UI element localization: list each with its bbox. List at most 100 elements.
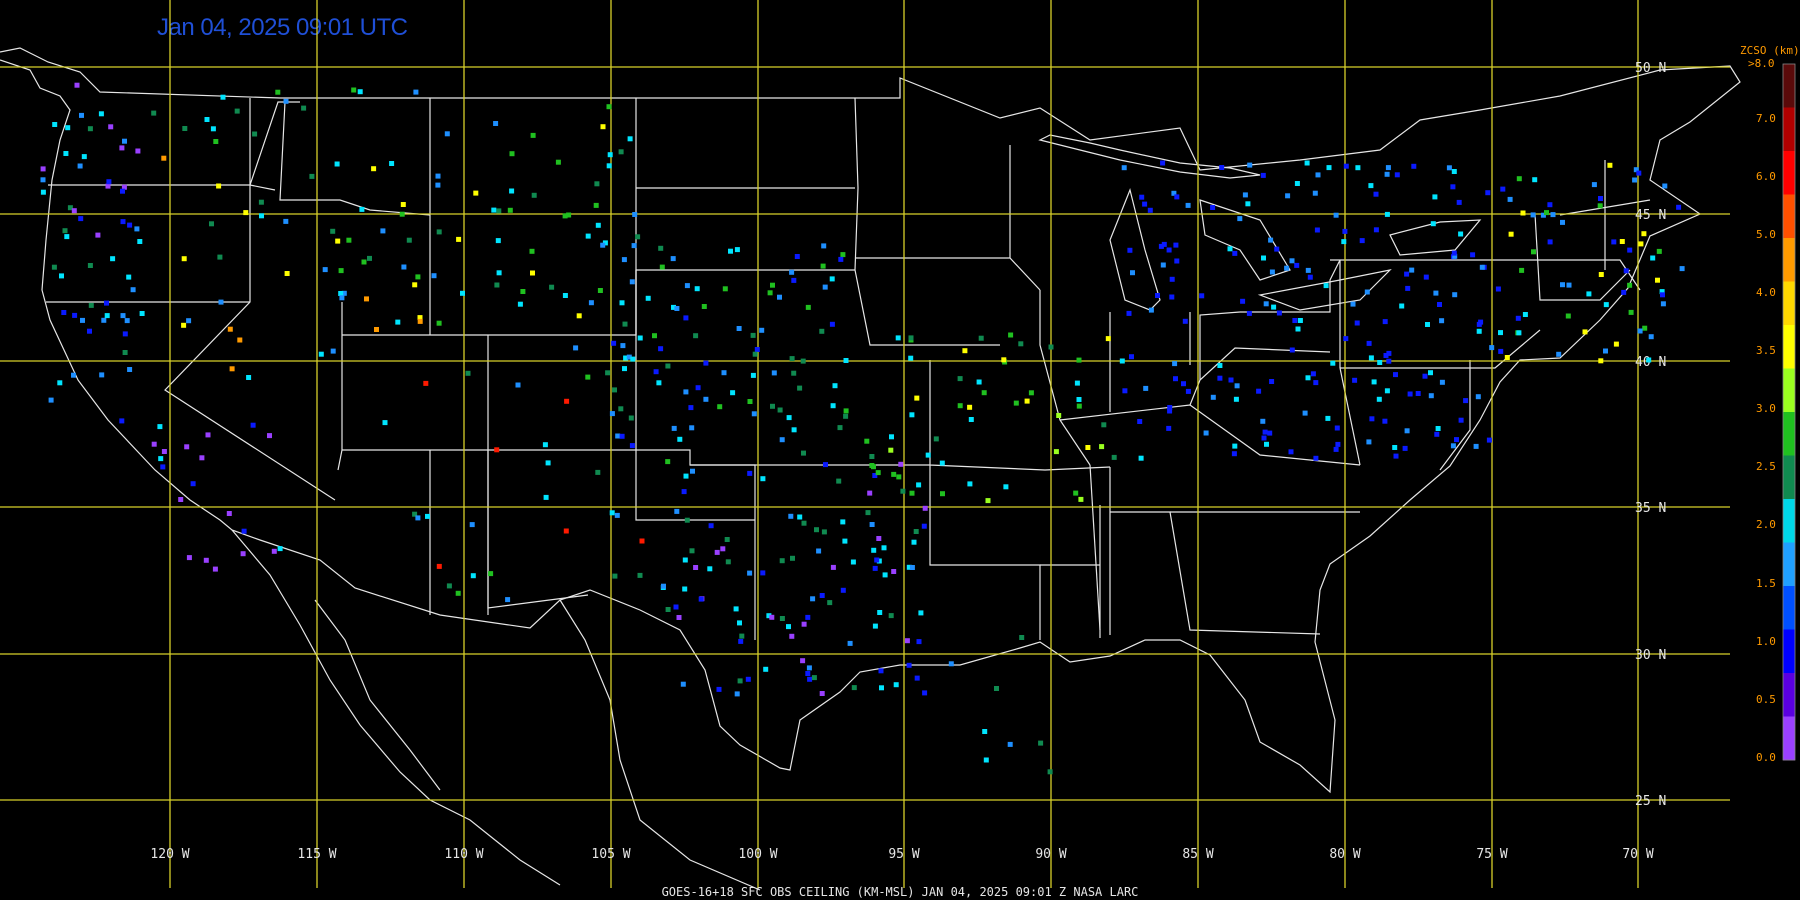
station-marker: [717, 404, 723, 410]
colorbar-swatch: [1783, 455, 1795, 500]
station-marker: [1019, 635, 1025, 640]
station-marker: [836, 478, 842, 484]
station-marker: [763, 666, 769, 672]
station-marker: [670, 256, 676, 262]
station-marker: [1532, 177, 1538, 183]
station-marker: [609, 411, 615, 417]
station-marker: [1355, 165, 1361, 171]
station-marker: [1053, 449, 1059, 455]
station-marker: [1638, 241, 1644, 247]
station-marker: [1650, 255, 1656, 261]
station-marker: [338, 291, 344, 296]
station-marker: [1285, 193, 1291, 199]
station-marker: [688, 405, 694, 411]
latitude-label: 50 N: [1635, 61, 1666, 76]
station-marker: [1122, 388, 1128, 394]
station-marker: [779, 616, 785, 621]
station-marker: [968, 417, 974, 422]
station-marker: [747, 399, 753, 404]
station-marker: [301, 105, 307, 111]
station-marker: [628, 415, 634, 421]
station-marker: [739, 633, 745, 639]
station-marker: [745, 676, 751, 682]
station-marker: [1394, 172, 1400, 178]
station-marker: [810, 596, 816, 602]
longitude-label: 80 W: [1329, 847, 1360, 862]
station-marker: [186, 318, 192, 324]
station-marker: [752, 351, 758, 357]
station-marker: [1147, 207, 1153, 213]
station-marker: [57, 380, 63, 386]
station-marker: [908, 335, 914, 341]
station-marker: [1294, 262, 1300, 268]
station-marker: [695, 385, 701, 391]
colorbar-swatch: [1783, 151, 1795, 195]
station-marker: [213, 139, 219, 144]
station-marker: [1048, 344, 1054, 350]
station-marker: [1547, 202, 1553, 208]
station-marker: [81, 154, 87, 160]
station-marker: [800, 658, 806, 664]
colorbar-tick-label: 3.0: [1756, 402, 1776, 415]
station-marker: [1641, 231, 1647, 237]
station-marker: [770, 282, 775, 288]
station-marker: [821, 243, 827, 249]
station-marker: [722, 286, 728, 292]
station-marker: [161, 449, 167, 454]
station-marker: [819, 593, 825, 598]
station-marker: [573, 345, 579, 351]
station-marker: [1313, 455, 1319, 461]
station-marker: [1522, 312, 1528, 317]
station-marker: [1007, 741, 1013, 747]
station-marker: [876, 536, 882, 541]
station-marker: [1271, 304, 1277, 310]
station-marker: [779, 437, 785, 443]
station-marker: [1038, 740, 1044, 746]
station-observations: [40, 82, 1685, 775]
station-marker: [1302, 410, 1308, 416]
station-marker: [1384, 388, 1390, 394]
station-marker: [401, 264, 407, 270]
colorbar-tick-label: 1.0: [1756, 635, 1776, 648]
station-marker: [1274, 246, 1280, 252]
station-marker: [1376, 396, 1382, 402]
station-marker: [493, 121, 499, 126]
station-marker: [1155, 293, 1160, 298]
station-marker: [1458, 417, 1464, 423]
station-marker: [62, 228, 68, 234]
station-marker: [1611, 239, 1617, 245]
station-marker: [1656, 248, 1662, 254]
station-marker: [658, 346, 664, 352]
station-marker: [122, 350, 128, 355]
station-marker: [1121, 165, 1127, 171]
station-marker: [374, 327, 379, 332]
station-marker: [630, 356, 636, 362]
station-marker: [226, 511, 232, 516]
station-marker: [645, 295, 651, 301]
station-marker: [754, 347, 760, 352]
station-marker: [382, 420, 388, 426]
station-marker: [1304, 160, 1310, 166]
station-marker: [507, 207, 513, 213]
station-marker: [639, 538, 645, 544]
station-marker: [436, 563, 442, 569]
station-marker: [1305, 375, 1311, 381]
station-marker: [79, 112, 84, 118]
station-marker: [1433, 290, 1439, 296]
colorbar-swatch: [1783, 281, 1795, 326]
station-marker: [1008, 332, 1014, 338]
station-marker: [1451, 250, 1457, 256]
station-marker: [98, 111, 104, 117]
colorbar-tick-label: 6.0: [1756, 170, 1776, 183]
station-marker: [1310, 371, 1316, 377]
station-marker: [708, 523, 714, 529]
station-marker: [455, 590, 461, 596]
station-marker: [1384, 171, 1390, 177]
station-marker: [1074, 380, 1080, 386]
station-marker: [1515, 315, 1521, 321]
station-marker: [1101, 422, 1107, 428]
station-marker: [689, 425, 695, 431]
station-marker: [1073, 490, 1079, 496]
station-marker: [1627, 282, 1633, 288]
station-marker: [1256, 388, 1262, 394]
